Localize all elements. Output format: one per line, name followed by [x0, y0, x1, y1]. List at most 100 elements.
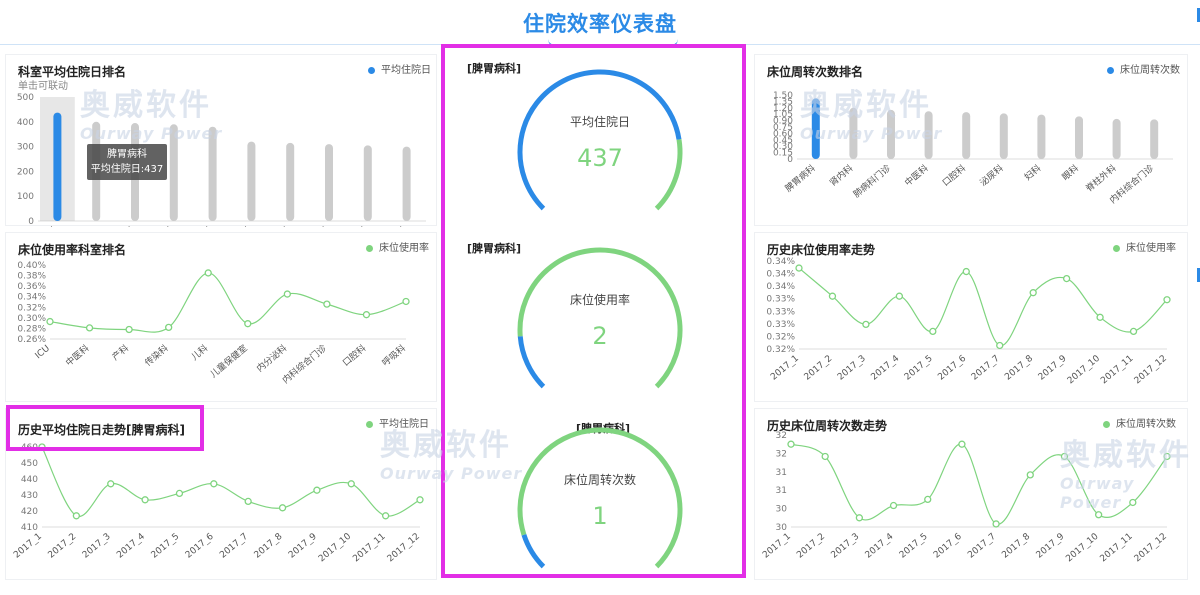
bar	[325, 144, 333, 221]
data-point	[244, 497, 252, 506]
y-tick-label: 0.33%	[766, 320, 795, 330]
y-tick-label: 100	[17, 192, 34, 202]
x-tick-label: 2017_2	[803, 354, 835, 383]
x-tick-label: 2017_6	[932, 531, 964, 560]
data-point	[278, 504, 287, 512]
x-tick-label: 脾胃病科	[782, 162, 817, 194]
x-tick-label: 产科	[110, 342, 132, 363]
bar	[247, 141, 256, 221]
data-point	[283, 290, 291, 298]
y-tick-label: 410	[21, 523, 38, 533]
gauge-arc	[654, 139, 683, 211]
x-tick-label: 2017_3	[829, 532, 861, 561]
x-tick-label: 2017_5	[898, 532, 930, 561]
y-tick-label: 31	[776, 468, 787, 478]
gauge-arc	[517, 336, 546, 389]
bar	[962, 112, 971, 159]
data-point	[402, 297, 410, 306]
x-tick-label: 2017_7	[218, 532, 250, 561]
chart-dept-los[interactable]: 0 100 200 300 400 500 脾胃病科肺病科门诊 中医科 肾内科 口腔科 传染科 眼科 妇…	[6, 55, 438, 227]
data-point	[175, 489, 184, 498]
x-tick-label: 2017_7	[970, 354, 1002, 383]
bar	[1075, 116, 1083, 159]
data-point	[1029, 289, 1037, 297]
x-tick-label: 2017_8	[253, 531, 285, 560]
gauge-panel: [脾胃病科] 平均住院日 437 [脾胃病科] 床位使用率 2 [脾胃病科] 床位周…	[441, 44, 746, 578]
chart-turnover-trend[interactable]: 3030313132322017_1 2017_2 2017_3 2017_4 2017…	[755, 409, 1189, 581]
x-tick-label: 眼科	[1059, 162, 1081, 183]
y-tick-label: 0.36%	[17, 282, 46, 292]
data-point	[381, 512, 390, 520]
x-tick-label: 2017_11	[1099, 354, 1135, 387]
x-tick-label: 儿童保健室	[208, 342, 250, 380]
data-point	[1026, 471, 1034, 479]
x-tick-label: 泌尿科	[341, 224, 369, 227]
x-tick-label: 2017_9	[1035, 531, 1067, 560]
y-tick-label: 0.33%	[766, 307, 795, 317]
data-point	[416, 496, 424, 504]
y-tick-label: 30	[776, 505, 788, 515]
data-point	[165, 323, 173, 332]
y-tick-label: 500	[17, 93, 34, 103]
chart-bed-use-rank[interactable]: 0.26%0.28%0.30%0.32%0.34%0.36%0.38%0.40%…	[6, 233, 438, 403]
y-tick-label: 0.34%	[766, 282, 795, 292]
x-tick-label: 2017_1	[761, 532, 793, 561]
x-tick-label: 2017_2	[795, 532, 827, 561]
data-point	[992, 520, 1000, 528]
bar	[1112, 118, 1121, 159]
bar	[286, 142, 295, 221]
y-tick-label: 420	[21, 507, 38, 517]
y-tick-label: 200	[17, 167, 34, 177]
panel-turnover-rank: 床位周转次数排名 床位周转次数 0 0.15 0.30 0.45 0.60 0.75 0.9…	[754, 54, 1188, 226]
data-point	[1062, 274, 1071, 283]
data-point	[821, 452, 829, 461]
x-tick-label: 中医科	[109, 224, 137, 227]
data-point	[323, 300, 331, 308]
chart-bed-use-trend[interactable]: 0.32% 0.32% 0.33% 0.33% 0.33% 0.34% 0.34% 0.34%…	[755, 233, 1189, 403]
page-title: 住院效率仪表盘	[523, 12, 677, 36]
y-tick-label: 0.30%	[17, 314, 46, 324]
data-point	[924, 495, 932, 504]
y-tick-label: 0.34%	[17, 293, 46, 303]
x-tick-label: 2017_5	[903, 354, 935, 383]
x-tick-label: 口腔科	[940, 162, 968, 189]
y-tick-label: 0.26%	[17, 335, 46, 345]
series-line	[798, 267, 1168, 347]
y-tick-label: 0.32%	[766, 345, 795, 355]
data-point	[347, 480, 355, 488]
y-tick-label: 1.50	[773, 91, 793, 101]
bar	[924, 111, 933, 159]
gauge-name: 床位使用率	[570, 292, 630, 307]
x-tick-label: 妇科	[309, 224, 331, 227]
data-point	[210, 480, 218, 488]
x-tick-label: 2017_4	[869, 353, 901, 382]
gauge-arc	[517, 427, 683, 569]
panel-dept-los: 科室平均住院日排名 单击可联动 平均住院日 0100200300400500脾胃…	[5, 54, 438, 227]
gauge-arc	[517, 69, 682, 211]
y-tick-label: 300	[17, 143, 34, 153]
chart-tooltip: 脾胃病科 平均住院日:437	[87, 144, 167, 180]
chart-turnover-rank[interactable]: 00.150.300.450.600.750.901.051.201.351.5…	[755, 55, 1189, 227]
x-tick-label: 2017_9	[1037, 353, 1069, 382]
x-tick-label: 2017_3	[836, 354, 868, 383]
x-tick-label: 2017_1	[12, 532, 44, 561]
data-point	[889, 501, 898, 510]
y-tick-label: 0	[28, 217, 34, 227]
x-tick-label: 2017_12	[386, 532, 422, 565]
gauge-arc	[517, 247, 683, 389]
data-point	[1060, 452, 1069, 461]
bar	[849, 107, 858, 159]
data-point	[929, 327, 937, 336]
y-tick-label: 0.40%	[17, 261, 46, 271]
x-tick-label: 2017_7	[966, 532, 998, 561]
bar	[363, 145, 372, 221]
data-point	[85, 324, 94, 332]
x-tick-label: ICU	[34, 344, 52, 362]
bar	[1037, 114, 1046, 159]
x-tick-label: 眼科	[271, 224, 293, 227]
data-point	[895, 292, 904, 300]
series-line	[49, 272, 407, 333]
bar	[811, 98, 820, 159]
data-point	[1129, 498, 1137, 507]
x-tick-label: 口腔科	[186, 224, 214, 227]
